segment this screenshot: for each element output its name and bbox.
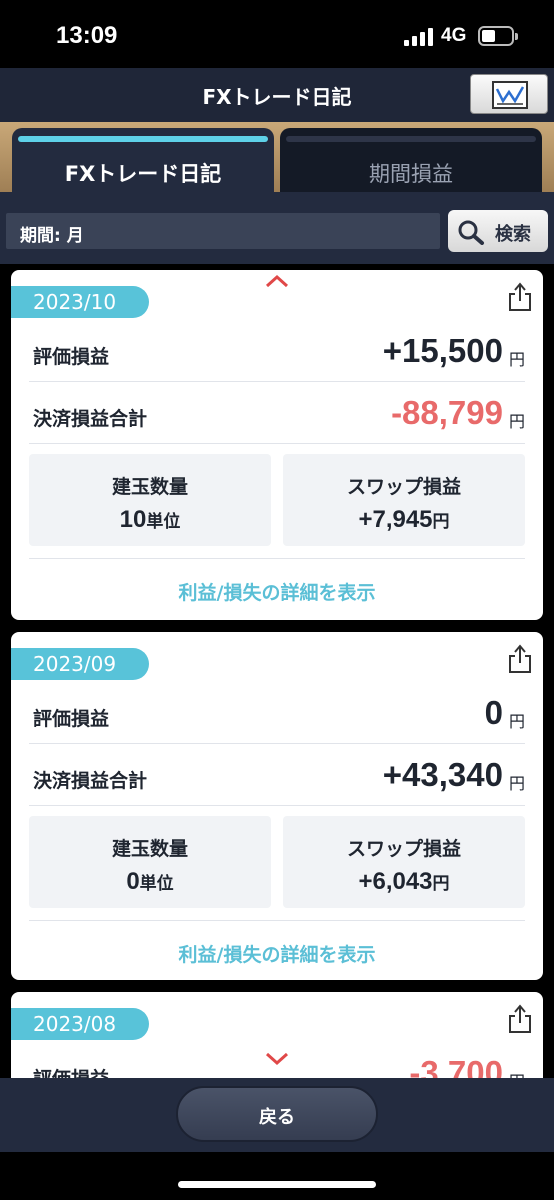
chevron-up-icon[interactable] [265, 274, 289, 288]
home-indicator[interactable] [178, 1181, 376, 1188]
valuation-label: 評価損益 [33, 1064, 109, 1078]
home-area [0, 1152, 554, 1200]
search-icon [458, 220, 484, 245]
positions-box: 建玉数量 10単位 [29, 454, 271, 546]
valuation-label: 評価損益 [33, 708, 110, 730]
chevron-down-icon[interactable] [265, 1052, 289, 1066]
settled-label: 決済損益合計 [33, 408, 148, 430]
tab-label: 期間損益 [369, 162, 453, 186]
back-button[interactable]: 戻る [176, 1086, 378, 1142]
detail-link[interactable]: 利益/損失の詳細を表示 [11, 578, 543, 605]
unit-label: 円 [508, 712, 525, 731]
tab-label: FXトレード日記 [64, 162, 222, 186]
nav-bar: FXトレード日記 [0, 68, 554, 122]
valuation-label: 評価損益 [33, 346, 110, 368]
month-badge: 2023/08 [11, 1008, 149, 1040]
valuation-value: +15,500 [382, 332, 503, 369]
month-badge: 2023/09 [11, 648, 149, 680]
share-icon[interactable] [507, 282, 533, 312]
detail-link[interactable]: 利益/損失の詳細を表示 [11, 940, 543, 967]
stats-boxes: 建玉数量 0単位 スワップ損益 +6,043円 [29, 816, 525, 908]
valuation-row: 評価損益 0 円 [29, 684, 525, 744]
settled-row: 決済損益合計 +43,340 円 [29, 746, 525, 806]
positions-title: 建玉数量 [111, 476, 188, 498]
unit-label: 円 [508, 350, 525, 369]
status-bar: 13:09 4G [0, 0, 554, 68]
positions-box: 建玉数量 0単位 [29, 816, 271, 908]
filter-row: 期間: 月 検索 [0, 192, 554, 264]
battery-icon [478, 26, 518, 46]
stats-boxes: 建玉数量 10単位 スワップ損益 +7,945円 [29, 454, 525, 546]
search-label: 検索 [495, 224, 531, 245]
unit-label: 円 [508, 774, 525, 793]
tab-period-pnl[interactable]: 期間損益 [280, 128, 542, 192]
tab-fx-trade-diary[interactable]: FXトレード日記 [12, 128, 274, 192]
positions-title: 建玉数量 [111, 838, 188, 860]
signal-icon [404, 28, 434, 46]
settled-label: 決済損益合計 [33, 770, 148, 792]
month-badge: 2023/10 [11, 286, 149, 318]
positions-value: 10単位 [119, 506, 181, 533]
valuation-row: 評価損益 +15,500 円 [29, 322, 525, 382]
settled-value: +43,340 [382, 756, 503, 793]
content-scroll[interactable]: 2023/10 評価損益 +15,500 円 決済損益合計 -88,799 円 … [0, 264, 554, 1078]
valuation-value: 0 [484, 694, 503, 731]
network-label: 4G [441, 25, 467, 46]
month-card: 2023/09 評価損益 0 円 決済損益合計 +43,340 円 建玉数量 0… [11, 632, 543, 980]
swap-title: スワップ損益 [346, 476, 461, 498]
swap-box: スワップ損益 +6,043円 [283, 816, 525, 908]
bottom-bar: 戻る [0, 1078, 554, 1152]
share-icon[interactable] [507, 644, 533, 674]
search-button[interactable]: 検索 [448, 210, 548, 252]
chart-icon [492, 81, 528, 109]
valuation-value: -3,700 [409, 1054, 503, 1078]
status-time: 13:09 [56, 22, 118, 49]
positions-value: 0単位 [126, 868, 174, 895]
unit-label: 円 [508, 412, 525, 431]
swap-title: スワップ損益 [346, 838, 461, 860]
settled-value: -88,799 [391, 394, 503, 431]
unit-label: 円 [509, 1068, 525, 1078]
month-card: 2023/10 評価損益 +15,500 円 決済損益合計 -88,799 円 … [11, 270, 543, 620]
swap-value: +7,945円 [358, 506, 450, 533]
swap-value: +6,043円 [358, 868, 450, 895]
tab-bar: FXトレード日記 期間損益 [0, 122, 554, 192]
month-card: 2023/08 評価損益 -3,700 円 [11, 992, 543, 1078]
share-icon[interactable] [507, 1004, 533, 1034]
period-selector[interactable]: 期間: 月 [6, 213, 440, 249]
chart-button[interactable] [470, 74, 548, 114]
swap-box: スワップ損益 +7,945円 [283, 454, 525, 546]
settled-row: 決済損益合計 -88,799 円 [29, 384, 525, 444]
